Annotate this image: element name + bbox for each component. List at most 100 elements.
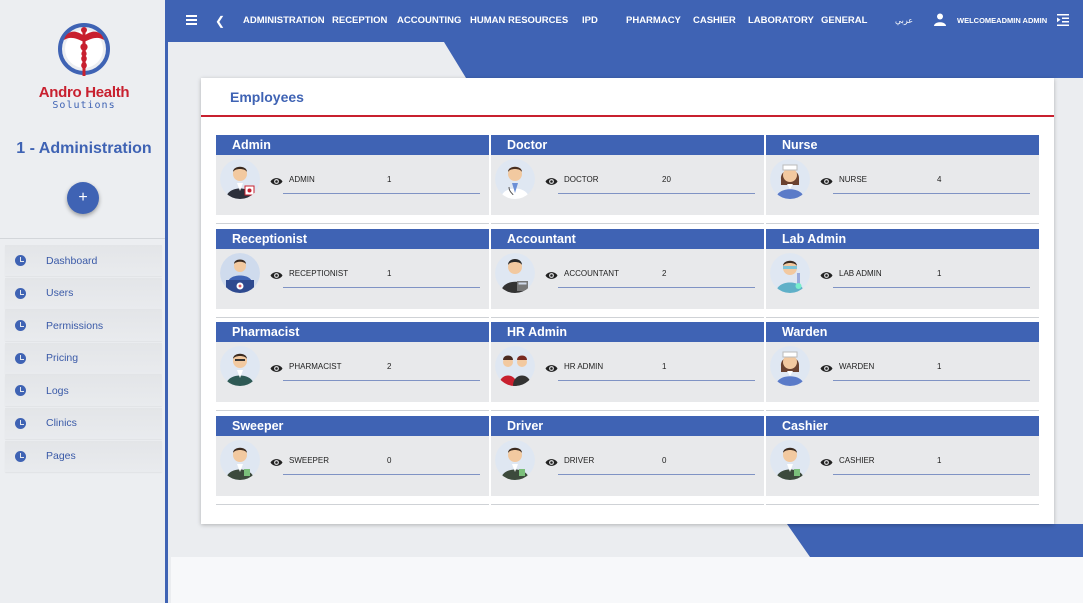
chevron-left-icon[interactable]: ❮ [215,14,225,28]
eye-icon[interactable] [545,458,558,467]
employee-count: 1 [662,362,667,371]
employee-tile-body: NURSE 4 [766,155,1039,215]
sidebar-item-clinics[interactable]: Clinics [5,407,162,439]
employee-count: 1 [937,455,942,465]
employee-tile-accountant: Accountant ACCOUNTANT 2 [491,228,764,323]
underline [283,193,480,194]
sidebar-item-users[interactable]: Users [5,277,162,309]
employee-tile-body: DOCTOR 20 [491,155,764,215]
eye-icon[interactable] [270,458,283,467]
nurse-avatar-icon [770,159,810,199]
sidebar-item-pages[interactable]: Pages [5,440,162,472]
employee-tile-title: Accountant [491,228,764,249]
employee-tile-cashier: Cashier CASHIER 1 [766,415,1039,510]
eye-icon[interactable] [820,364,833,373]
employee-tile-title: Receptionist [216,228,489,249]
brand-name: Andro Health [38,84,130,101]
nav-pharmacy[interactable]: PHARMACY [626,0,681,42]
add-button[interactable]: + [67,182,99,214]
clock-icon [15,417,26,429]
eye-icon[interactable] [545,177,558,186]
eye-icon[interactable] [820,177,833,186]
sidebar-item-permissions[interactable]: Permissions [5,310,162,342]
employee-count: 20 [662,175,671,184]
employee-tile-footer [766,402,1039,411]
sidebar-item-label: Pages [46,450,76,463]
welcome-user[interactable]: WELCOMEADMIN ADMIN [957,0,1047,41]
nav-accounting[interactable]: ACCOUNTING [397,0,461,42]
employee-tile-footer [216,215,489,224]
employee-tile-driver: Driver DRIVER 0 [491,415,764,510]
employee-role-label: ACCOUNTANT [564,268,619,278]
underline [833,193,1030,194]
employee-count: 0 [387,455,392,465]
page-title: Employees [230,89,304,105]
pharmacist-avatar-icon [220,346,260,386]
nav-human-resources[interactable]: HUMAN RESOURCES [470,0,568,42]
employee-tile-body: PHARMACIST 2 [216,342,489,402]
employee-tile-footer [766,215,1039,224]
underline [558,193,755,194]
eye-icon[interactable] [545,364,558,373]
eye-icon[interactable] [545,271,558,280]
eye-icon[interactable] [270,364,283,373]
eye-icon[interactable] [820,458,833,467]
employee-grid: Admin ADMIN 1 Doctor DOCTOR 20 Nurse NURSE 4 Rece… [216,135,1039,509]
clock-icon [15,320,26,332]
user-icon [934,13,946,26]
eye-icon[interactable] [270,177,283,186]
nav-reception[interactable]: RECEPTION [332,0,387,42]
labadmin-avatar-icon [770,252,810,293]
underline [558,380,755,381]
employee-tile-title: Cashier [766,415,1039,436]
sidebar-item-label: Pricing [46,352,79,365]
nav-administration[interactable]: ADMINISTRATION [243,0,325,42]
sidebar-item-label: Users [46,287,74,300]
underline [558,286,755,288]
employee-tile-title: Pharmacist [216,322,489,342]
employee-tile-warden: Warden WARDEN 1 [766,322,1039,416]
employee-tile-footer [216,402,489,411]
employee-tile-footer [766,308,1039,318]
hamburger-menu-icon[interactable] [186,15,197,25]
employee-tile-title: Doctor [491,135,764,155]
sweeper-avatar-icon [220,439,260,480]
menu-open-icon[interactable] [1057,14,1069,26]
employee-role-label: HR ADMIN [564,362,604,371]
sidebar-item-label: Permissions [46,319,104,332]
underline [558,473,755,475]
sidebar-item-dashboard[interactable]: Dashboard [5,245,162,276]
sidebar-item-label: Dashboard [46,254,98,267]
employee-tile-footer [216,495,489,505]
employee-role-label: ADMIN [289,175,315,184]
eye-icon[interactable] [820,271,833,280]
employee-role-label: DOCTOR [564,175,599,184]
employee-count: 1 [387,175,392,184]
nav-cashier[interactable]: CASHIER [693,0,736,42]
warden-avatar-icon [770,346,810,386]
nav-laboratory[interactable]: LABORATORY [748,0,814,42]
employee-role-label: SWEEPER [289,455,330,465]
employee-tile-body: SWEEPER 0 [216,435,489,496]
underline [833,473,1030,475]
employee-tile-body: ACCOUNTANT 2 [491,248,764,309]
underline [833,380,1030,381]
employee-tile-title: Warden [766,322,1039,342]
employee-tile-body: ADMIN 1 [216,155,489,215]
nav-general[interactable]: GENERAL [821,0,867,42]
sidebar-item-pricing[interactable]: Pricing [5,342,162,374]
nav-ipd[interactable]: IPD [582,0,598,42]
employee-tile-labadmin: Lab Admin LAB ADMIN 1 [766,228,1039,323]
employee-tile-title: Sweeper [216,415,489,436]
caduceus-logo-icon [58,23,110,76]
employee-tile-footer [766,495,1039,505]
sidebar-divider [0,238,165,239]
sidebar-item-logs[interactable]: Logs [5,375,162,407]
language-switch[interactable]: عربي [895,0,913,41]
employee-count: 1 [937,268,942,278]
underline [833,286,1030,288]
eye-icon[interactable] [270,271,283,280]
employee-tile-body: HR ADMIN 1 [491,342,764,402]
title-divider [201,115,1054,117]
accountant-avatar-icon [495,252,535,293]
